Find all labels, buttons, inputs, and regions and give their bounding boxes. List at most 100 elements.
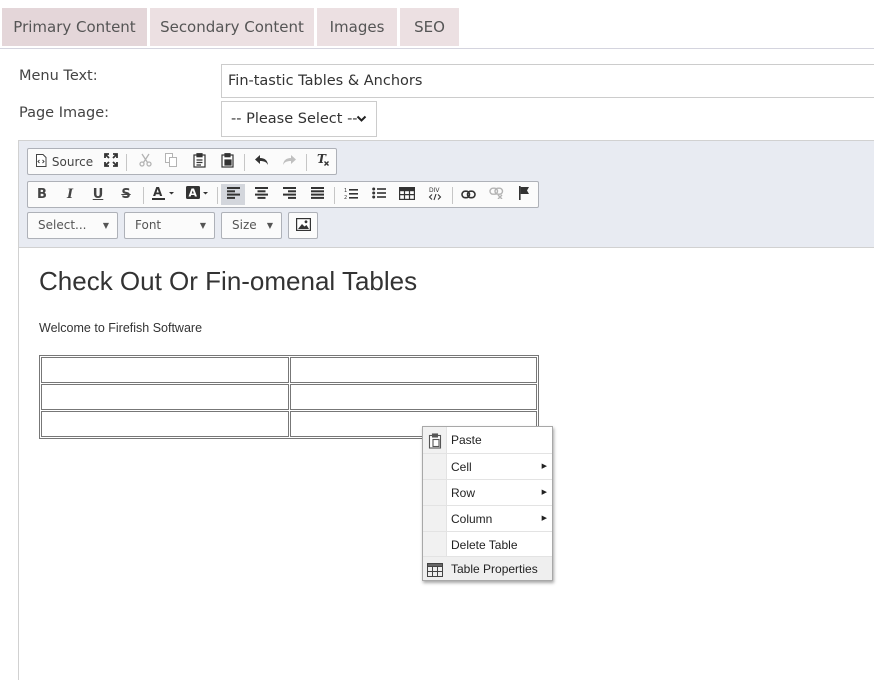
paste-icon (192, 152, 206, 171)
context-menu-label: Cell (451, 460, 472, 474)
bulleted-list-button[interactable] (368, 184, 390, 205)
undo-button[interactable] (250, 151, 272, 172)
context-menu-label: Table Properties (451, 562, 538, 576)
svg-text:A: A (153, 185, 163, 199)
strikethrough-button[interactable]: S (115, 184, 137, 205)
font-combo-label: Font (135, 218, 162, 232)
justify-button[interactable] (306, 184, 328, 205)
paste-from-word-button[interactable] (216, 151, 238, 172)
menu-text-input[interactable]: Fin-tastic Tables & Anchors (221, 64, 874, 98)
context-menu-item-column[interactable]: Column ▶ (423, 505, 552, 531)
table-cell[interactable] (41, 411, 289, 437)
toolbar-separator (126, 154, 127, 171)
unlink-icon (488, 187, 504, 202)
italic-icon: I (66, 187, 74, 202)
tab-secondary-content[interactable]: Secondary Content (150, 8, 314, 46)
maximize-button[interactable] (100, 151, 122, 172)
anchor-button[interactable] (513, 184, 535, 205)
text-color-button[interactable]: A (149, 184, 179, 205)
table-row (41, 357, 537, 383)
tab-seo[interactable]: SEO (400, 8, 459, 46)
menu-text-label: Menu Text: (19, 68, 98, 84)
context-menu-label: Column (451, 512, 493, 526)
cut-button[interactable] (134, 151, 156, 172)
bold-button[interactable]: B (31, 184, 53, 205)
redo-icon (282, 154, 297, 169)
italic-button[interactable]: I (59, 184, 81, 205)
toolbar-separator (217, 187, 218, 204)
background-color-icon: A (185, 185, 211, 204)
table-cell[interactable] (41, 357, 289, 383)
size-combo-label: Size (232, 218, 257, 232)
maximize-icon (104, 153, 118, 170)
toolbar-separator (334, 187, 335, 204)
align-center-icon (254, 187, 268, 202)
background-color-button[interactable]: A (183, 184, 213, 205)
table-cell[interactable] (289, 384, 537, 410)
table-row (41, 384, 537, 410)
context-menu-item-row[interactable]: Row ▶ (423, 479, 552, 505)
context-menu-item-table-properties[interactable]: Table Properties (423, 556, 552, 580)
paste-from-word-icon (220, 152, 234, 171)
div-container-button[interactable]: DIV (424, 184, 446, 205)
bold-icon: B (37, 187, 47, 202)
link-icon (460, 188, 476, 202)
context-menu: Paste Cell ▶ Row ▶ Column ▶ Delete Table… (422, 426, 553, 581)
svg-text:2: 2 (344, 195, 347, 200)
tab-images[interactable]: Images (317, 8, 397, 46)
remove-format-button[interactable]: T (312, 151, 334, 172)
align-right-button[interactable] (278, 184, 300, 205)
toolbar-group-document: Source T (27, 148, 337, 175)
table-cell[interactable] (289, 357, 537, 383)
toolbar-separator (143, 187, 144, 204)
copy-icon (164, 153, 178, 170)
underline-button[interactable]: U (87, 184, 109, 205)
undo-icon (254, 154, 269, 169)
redo-button[interactable] (278, 151, 300, 172)
submenu-arrow-icon: ▶ (541, 489, 547, 496)
caret-down-icon: ▼ (199, 221, 206, 230)
link-button[interactable] (457, 184, 479, 205)
styles-combo[interactable]: Select... ▼ (27, 212, 118, 239)
paste-button[interactable] (188, 151, 210, 172)
context-menu-item-paste[interactable]: Paste (423, 427, 552, 453)
table-button[interactable] (396, 184, 418, 205)
justify-icon (310, 187, 324, 202)
align-left-button[interactable] (221, 184, 245, 205)
page-image-select-value: -- Please Select -- (231, 111, 358, 127)
context-menu-item-delete-table[interactable]: Delete Table (423, 531, 552, 557)
cut-icon (138, 153, 152, 170)
anchor-icon (518, 186, 530, 203)
paste-icon (427, 432, 443, 449)
content-heading[interactable]: Check Out Or Fin-omenal Tables (39, 266, 417, 297)
numbered-list-icon: 12 (344, 187, 358, 203)
align-center-button[interactable] (250, 184, 272, 205)
size-combo[interactable]: Size ▼ (221, 212, 282, 239)
align-right-icon (282, 187, 296, 202)
context-menu-label: Paste (451, 433, 482, 447)
table-icon (399, 186, 416, 203)
content-paragraph[interactable]: Welcome to Firefish Software (39, 321, 202, 335)
page-image-label: Page Image: (19, 105, 110, 121)
image-icon (295, 217, 311, 234)
unlink-button[interactable] (485, 184, 507, 205)
page-image-select[interactable]: -- Please Select -- (221, 101, 377, 137)
bulleted-list-icon (372, 187, 386, 202)
copy-button[interactable] (160, 151, 182, 172)
numbered-list-button[interactable]: 12 (340, 184, 362, 205)
div-container-icon: DIV (428, 186, 442, 204)
caret-down-icon: ▼ (102, 221, 109, 230)
context-menu-item-cell[interactable]: Cell ▶ (423, 453, 552, 479)
tab-primary-content[interactable]: Primary Content (2, 8, 147, 46)
text-color-icon: A (151, 185, 177, 204)
font-combo[interactable]: Font ▼ (124, 212, 215, 239)
svg-text:DIV: DIV (429, 187, 440, 194)
context-menu-label: Delete Table (451, 538, 518, 552)
source-label: Source (51, 154, 94, 169)
align-left-icon (226, 187, 240, 202)
image-button[interactable] (292, 215, 314, 236)
source-icon (35, 153, 47, 170)
context-menu-label: Row (451, 486, 476, 500)
table-cell[interactable] (41, 384, 289, 410)
source-button[interactable]: Source (31, 151, 97, 172)
